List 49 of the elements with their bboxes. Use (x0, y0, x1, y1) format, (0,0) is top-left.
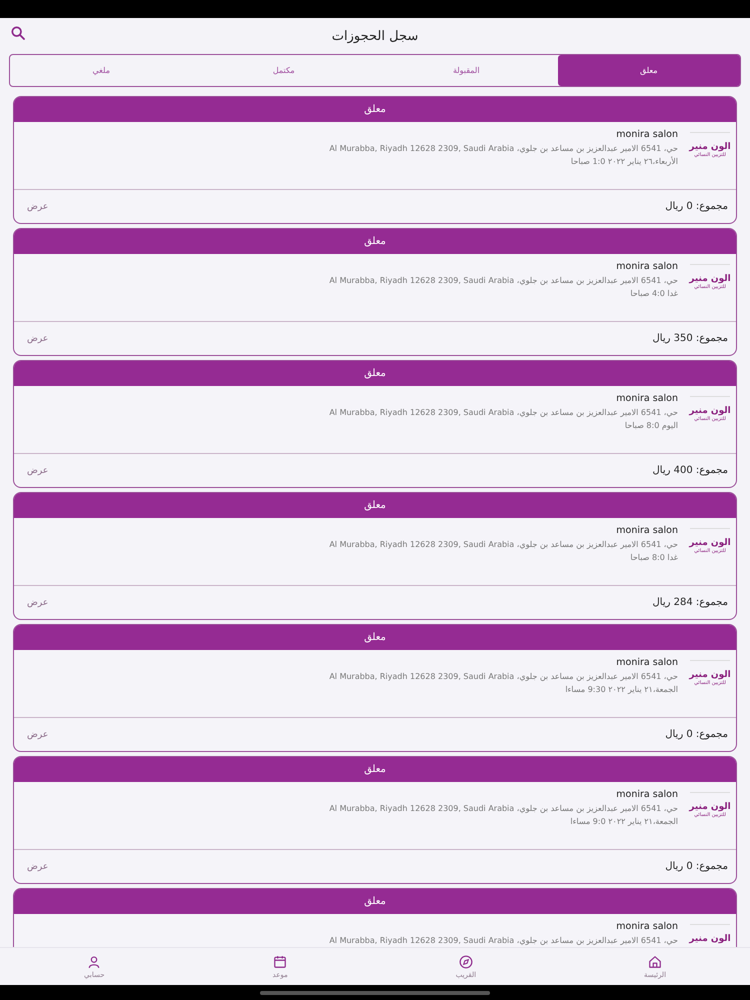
salon-address: حي، 6541 الامير عبدالعزيز بن مساعد بن جلوي، Al Murabba, Riyadh 12628 2309, Saudi Arabia (329, 540, 678, 549)
booking-time: اليوم 8:0 صباحا (624, 421, 678, 430)
view-link[interactable]: عرض (27, 730, 48, 740)
view-link[interactable]: عرض (27, 334, 48, 344)
booking-time: الجمعة،٢١ يناير ٢٠٢٢ 9:30 مساءا (564, 685, 678, 694)
salon-name: monira salon (615, 393, 678, 404)
booking-time: غدا 4:0 صباحا (629, 289, 678, 298)
status-header: معلق (14, 493, 736, 518)
booking-total: مجموع: 284 ريال (652, 597, 728, 608)
salon-name: monira salon (615, 129, 678, 140)
salon-address: حي، 6541 الامير عبدالعزيز بن مساعد بن جلوي، Al Murabba, Riyadh 12628 2309, Saudi Arabia (329, 408, 678, 417)
booking-time: الأربعاء،٢٦ يناير ٢٠٢٢ 1:0 صباحا (570, 157, 678, 166)
salon-name: monira salon (615, 657, 678, 668)
status-header: معلق (14, 97, 736, 122)
tab[interactable]: معلق (558, 55, 740, 86)
view-link[interactable]: عرض (27, 202, 48, 212)
booking-total: مجموع: 350 ريال (652, 333, 728, 344)
compass-icon (458, 954, 473, 968)
booking-total: مجموع: 400 ريال (652, 465, 728, 476)
salon-address: حي، 6541 الامير عبدالعزيز بن مساعد بن جلوي، Al Murabba, Riyadh 12628 2309, Saudi Arabia (329, 804, 678, 813)
booking-total: مجموع: 0 ريال (665, 729, 728, 740)
salon-name: monira salon (615, 261, 678, 272)
status-header: معلق (14, 229, 736, 254)
booking-time: غدا 8:0 صباحا (629, 553, 678, 562)
status-header: معلق (14, 625, 736, 650)
salon-address: حي، 6541 الامير عبدالعزيز بن مساعد بن جلوي، Al Murabba, Riyadh 12628 2309, Saudi Arabia (329, 936, 678, 945)
booking-time: الجمعة،٢١ يناير ٢٠٢٢ 9:0 مساءا (569, 817, 678, 826)
status-header: معلق (14, 889, 736, 914)
view-link[interactable]: عرض (27, 862, 48, 872)
booking-total: مجموع: 0 ريال (665, 201, 728, 212)
view-link[interactable]: عرض (27, 466, 48, 476)
salon-name: monira salon (615, 525, 678, 536)
salon-address: حي، 6541 الامير عبدالعزيز بن مساعد بن جلوي، Al Murabba, Riyadh 12628 2309, Saudi Arabia (329, 144, 678, 153)
view-link[interactable]: عرض (27, 598, 48, 608)
status-header: معلق (14, 757, 736, 782)
status-header: معلق (14, 361, 736, 386)
salon-address: حي، 6541 الامير عبدالعزيز بن مساعد بن جلوي، Al Murabba, Riyadh 12628 2309, Saudi Arabia (329, 276, 678, 285)
salon-name: monira salon (615, 789, 678, 800)
home-icon (648, 954, 662, 968)
person-icon (87, 954, 102, 968)
search-icon[interactable] (10, 25, 26, 41)
salon-address: حي، 6541 الامير عبدالعزيز بن مساعد بن جلوي، Al Murabba, Riyadh 12628 2309, Saudi Arabia (329, 672, 678, 681)
calendar-icon (273, 954, 288, 968)
salon-name: monira salon (615, 921, 678, 932)
tab[interactable]: المقبولة (375, 55, 558, 86)
booking-total: مجموع: 0 ريال (665, 861, 728, 872)
tab[interactable]: ملغي (10, 55, 192, 86)
page-title: سجل الحجوزات (332, 28, 418, 44)
tab[interactable]: مكتمل (192, 55, 375, 86)
